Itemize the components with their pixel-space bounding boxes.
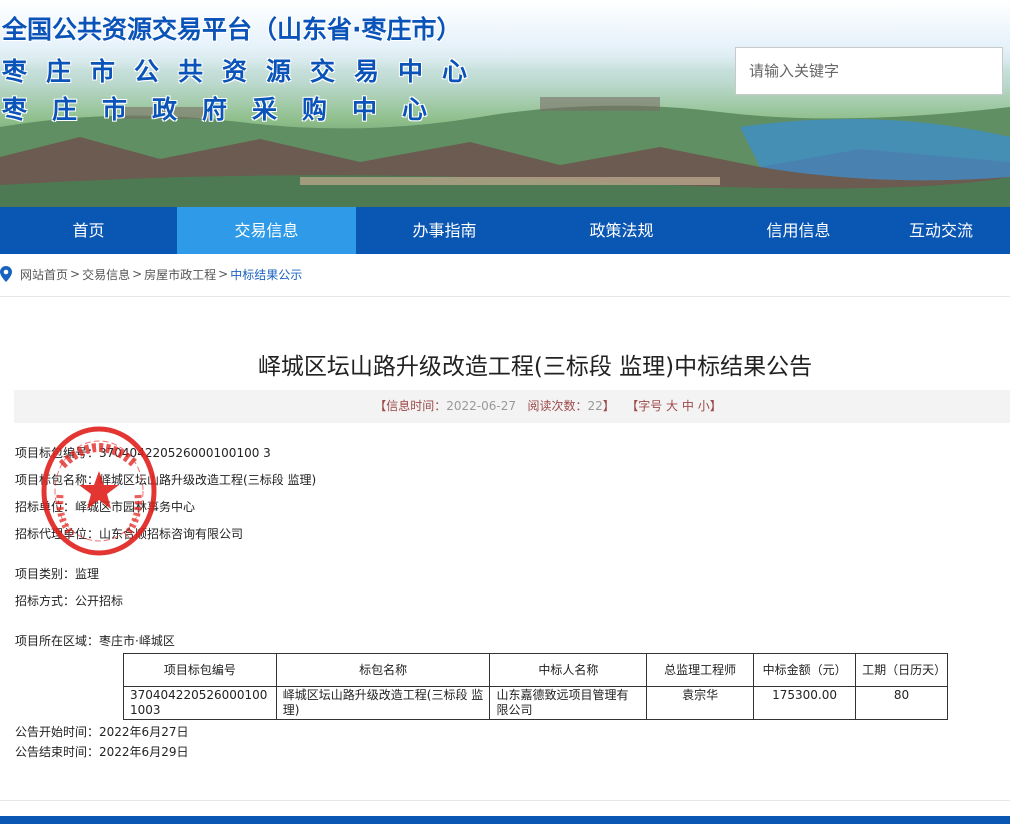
field-method: 招标方式：公开招标 xyxy=(15,592,123,609)
nav-item-policy[interactable]: 政策法规 xyxy=(533,207,710,254)
font-small-button[interactable]: 小 xyxy=(698,399,710,413)
breadcrumb-home[interactable]: 网站首页 xyxy=(20,266,68,283)
meta-close: 】 xyxy=(602,399,615,413)
field-end-time: 公告结束时间：2022年6月29日 xyxy=(15,743,188,760)
table-cell: 80 xyxy=(855,686,948,720)
breadcrumb-separator: > xyxy=(132,267,143,281)
header-banner: 全国公共资源交易平台（山东省·枣庄市） 枣庄市公共资源交易中心 枣庄市政府采购中… xyxy=(0,0,1010,207)
field-region: 项目所在区域：枣庄市·峄城区 xyxy=(15,632,175,649)
field-label: 项目类别： xyxy=(15,567,76,581)
table-header: 中标人名称 xyxy=(489,653,648,687)
breadcrumb-separator: > xyxy=(70,267,81,281)
article-title: 峄城区坛山路升级改造工程(三标段 监理)中标结果公告 xyxy=(257,354,813,380)
views-count: 22 xyxy=(587,399,603,413)
field-value: 监理 xyxy=(75,567,100,581)
main-nav: 首页 交易信息 办事指南 政策法规 信用信息 互动交流 xyxy=(0,207,1010,254)
site-title-line1: 全国公共资源交易平台（山东省·枣庄市） xyxy=(2,15,462,44)
breadcrumb-trade-info[interactable]: 交易信息 xyxy=(82,266,130,283)
search-input[interactable] xyxy=(736,48,1002,94)
info-time-label: 【信息时间： xyxy=(374,399,447,413)
table-header: 工期（日历天） xyxy=(855,653,948,687)
font-large-button[interactable]: 大 xyxy=(666,399,678,413)
field-value: 枣庄市·峄城区 xyxy=(99,634,175,648)
font-medium-button[interactable]: 中 xyxy=(682,399,694,413)
field-category: 项目类别：监理 xyxy=(15,565,99,582)
table-header-row: 项目标包编号 标包名称 中标人名称 总监理工程师 中标金额（元） 工期（日历天） xyxy=(123,653,948,687)
table-header: 总监理工程师 xyxy=(646,653,755,687)
breadcrumb-building-municipal[interactable]: 房屋市政工程 xyxy=(144,266,216,283)
breadcrumb-divider xyxy=(0,296,1010,297)
field-label: 招标方式： xyxy=(15,594,76,608)
table-header: 中标金额（元） xyxy=(753,653,857,687)
table-row: 3704042205260001001003 峄城区坛山路升级改造工程(三标段 … xyxy=(123,686,948,720)
search-box xyxy=(735,47,1003,95)
nav-item-credit[interactable]: 信用信息 xyxy=(710,207,887,254)
font-size-close: 】 xyxy=(709,399,722,413)
nav-item-interaction[interactable]: 互动交流 xyxy=(887,207,1007,254)
field-value: 2022年6月29日 xyxy=(99,745,189,759)
field-label: 公告结束时间： xyxy=(15,745,100,759)
footer-bar xyxy=(0,816,1010,824)
table-header: 项目标包编号 xyxy=(123,653,277,687)
nav-item-trade-info[interactable]: 交易信息 xyxy=(177,207,356,254)
breadcrumb-current[interactable]: 中标结果公示 xyxy=(230,266,302,283)
field-label: 公告开始时间： xyxy=(15,725,100,739)
views-label: 阅读次数： xyxy=(527,399,588,413)
table-cell: 3704042205260001001003 xyxy=(123,686,277,720)
table-cell: 175300.00 xyxy=(753,686,857,720)
nav-item-guide[interactable]: 办事指南 xyxy=(356,207,533,254)
table-cell: 袁宗华 xyxy=(646,686,755,720)
field-label: 项目所在区域： xyxy=(15,634,100,648)
official-seal-stamp xyxy=(41,426,157,556)
breadcrumb-separator: > xyxy=(218,267,229,281)
content-bottom-border xyxy=(0,800,1010,801)
result-table: 项目标包编号 标包名称 中标人名称 总监理工程师 中标金额（元） 工期（日历天）… xyxy=(123,653,948,720)
font-size-label: 【字号 xyxy=(626,399,663,413)
breadcrumb: 网站首页 > 交易信息 > 房屋市政工程 > 中标结果公示 xyxy=(0,262,302,286)
nav-item-home[interactable]: 首页 xyxy=(0,207,177,254)
info-time: 2022-06-27 xyxy=(446,399,516,413)
table-header: 标包名称 xyxy=(275,653,491,687)
location-pin-icon xyxy=(0,266,12,282)
table-cell: 峄城区坛山路升级改造工程(三标段 监理) xyxy=(275,686,491,720)
field-value: 公开招标 xyxy=(75,594,124,608)
site-title-line3: 枣庄市政府采购中心 xyxy=(2,95,453,124)
field-start-time: 公告开始时间：2022年6月27日 xyxy=(15,723,188,740)
field-value: 2022年6月27日 xyxy=(99,725,189,739)
article-meta-bar: 【信息时间：2022-06-27 阅读次数：22】 【字号 大 中 小】 xyxy=(14,390,1010,423)
table-cell: 山东嘉德致远项目管理有限公司 xyxy=(489,686,648,720)
site-title-line2: 枣庄市公共资源交易中心 xyxy=(2,57,487,86)
